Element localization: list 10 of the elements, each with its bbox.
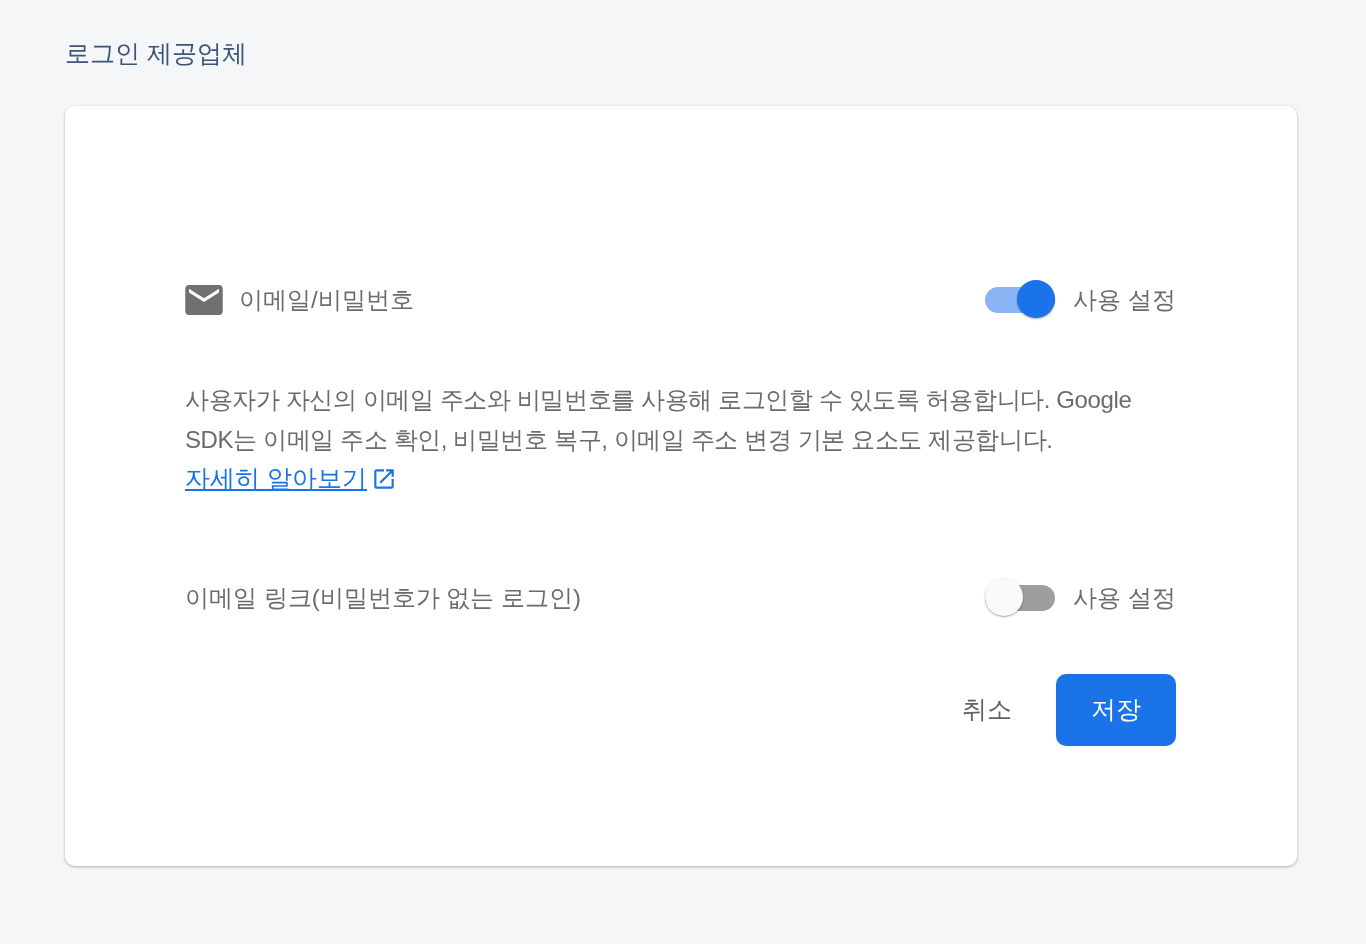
toggle-label: 사용 설정 — [1073, 582, 1176, 613]
description-text: 사용자가 자신의 이메일 주소와 비밀번호를 사용해 로그인할 수 있도록 허용합니다. Google SDK는 이메일 주소 확인, 비밀번호 복구, 이메일 주소 변경 기본 요소도 제공합니다. — [185, 385, 1133, 455]
toggle-label: 사용 설정 — [1073, 285, 1176, 315]
save-button[interactable]: 저장 — [1056, 673, 1176, 746]
email-icon — [185, 285, 223, 315]
provider-label: 이메일 링크(비밀번호가 없는 로그인) — [185, 582, 581, 613]
learn-more-link[interactable]: 자세히 알아보기 — [185, 460, 367, 498]
page-title: 로그인 제공업체 — [65, 38, 248, 68]
provider-label: 이메일/비밀번호 — [239, 285, 414, 315]
cancel-button[interactable]: 취소 — [942, 673, 1032, 746]
